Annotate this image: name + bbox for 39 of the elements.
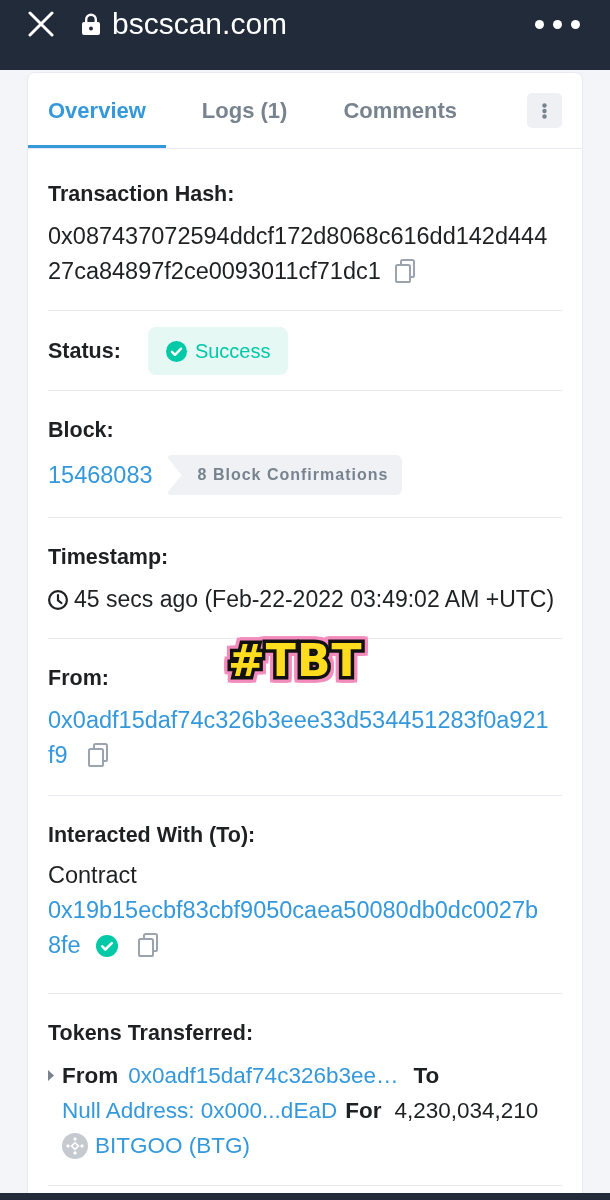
tab[interactable]: Logs (1) (181, 73, 308, 148)
more-options-icon[interactable] (535, 19, 580, 29)
tab[interactable]: Comments (323, 73, 478, 148)
address-link[interactable]: 0x0adf15daf74c326b3eee33d534451283f0a921f9 (48, 703, 550, 773)
recipient-address-link[interactable]: Null Address: 0x000...dEaD (62, 1093, 338, 1128)
transaction-hash: 0x087437072594ddcf172d8068c616dd142d44427ca84897f2ce0093011cf71dc1 (48, 222, 549, 286)
block-number-link[interactable]: 15468083 (48, 461, 153, 489)
token-name-link[interactable]: BITGOO (BTG) (95, 1128, 250, 1163)
caret-icon[interactable] (48, 1070, 54, 1081)
field-label: Block: (48, 417, 115, 444)
field-label: Tokens Transferred: (48, 1020, 255, 1047)
status-text: Success (194, 339, 271, 363)
copy-icon[interactable] (87, 743, 108, 767)
field-label: Timestamp: (48, 544, 170, 571)
coin-icon (62, 1132, 88, 1159)
from-label: From (62, 1062, 119, 1090)
field-label: Interacted With (To): (48, 822, 257, 849)
contract-type-text: Contract (48, 861, 138, 890)
field-label: From: (48, 665, 110, 692)
sender-address-link[interactable]: 0x0adf15daf74c326b3ee… (128, 1058, 399, 1093)
clock-icon (48, 589, 68, 610)
hashtag-label: #TBT (227, 638, 364, 684)
field-label: Status: (48, 338, 121, 365)
to-label: To (413, 1062, 440, 1090)
url-text: bscscan.com (112, 6, 288, 42)
timestamp-text: 45 secs ago (Feb-22-2022 03:49:02 AM +UTC) (74, 586, 555, 613)
check-circle-icon (165, 340, 187, 362)
confirmations-badge: 8 Block Confirmations (165, 455, 403, 495)
for-label: For (345, 1097, 382, 1125)
more-vertical-icon (542, 102, 547, 119)
field-label: Transaction Hash: (48, 181, 236, 208)
copy-icon[interactable] (394, 259, 415, 283)
close-icon[interactable] (28, 11, 54, 37)
more-button[interactable] (527, 93, 562, 128)
lock-icon (82, 13, 100, 35)
contract-address-link[interactable]: 0x19b15ecbf83cbf9050caea50080db0dc0027b8fe (48, 893, 550, 963)
tab[interactable]: Overview (28, 73, 166, 148)
copy-icon[interactable] (137, 933, 158, 957)
token-amount: 4,230,034,210 (394, 1097, 539, 1125)
